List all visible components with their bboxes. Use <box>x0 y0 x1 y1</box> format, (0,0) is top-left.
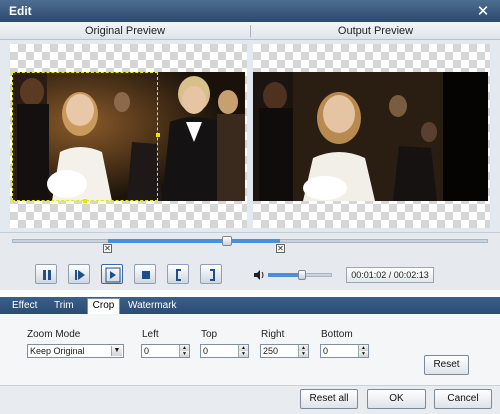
bottom-spin-down-icon[interactable]: ▼ <box>358 351 368 357</box>
top-value: 0 <box>203 346 209 356</box>
set-end-button[interactable] <box>200 264 222 284</box>
title-bar: Edit ✕ <box>0 0 500 22</box>
next-frame-button[interactable] <box>68 264 90 284</box>
chevron-down-icon[interactable]: ▼ <box>111 346 122 356</box>
tab-watermark[interactable]: Watermark <box>128 299 178 314</box>
original-preview-canvas <box>10 44 247 228</box>
zoom-mode-label: Zoom Mode <box>27 329 81 340</box>
left-spin-down-icon[interactable]: ▼ <box>179 351 189 357</box>
volume-icon[interactable] <box>253 269 265 281</box>
zoom-mode-select[interactable]: Keep Original ▼ <box>27 344 124 358</box>
playback-controls: 00:01:02 / 00:02:13 <box>0 260 500 290</box>
bottom-field[interactable]: 0 ▲ ▼ <box>320 344 369 358</box>
pause-button[interactable] <box>35 264 57 284</box>
volume-slider-fill <box>268 273 302 277</box>
pause-icon <box>43 270 51 280</box>
left-value: 0 <box>144 346 150 356</box>
stop-icon <box>142 271 150 279</box>
output-preview-label: Output Preview <box>250 25 500 37</box>
set-start-button[interactable] <box>167 264 189 284</box>
original-preview-label: Original Preview <box>84 25 166 37</box>
trim-start-marker[interactable]: ✕ <box>103 244 112 253</box>
edit-tabs: Effect Trim Crop Watermark <box>0 297 500 314</box>
bottom-label: Bottom <box>321 329 353 340</box>
play-step-icon <box>75 270 85 280</box>
trim-end-marker[interactable]: ✕ <box>276 244 285 253</box>
close-icon[interactable]: ✕ <box>474 2 492 20</box>
tab-trim[interactable]: Trim <box>54 299 82 314</box>
bracket-left-icon <box>176 269 181 281</box>
top-spin-down-icon[interactable]: ▼ <box>238 351 248 357</box>
time-display: 00:01:02 / 00:02:13 <box>346 267 434 283</box>
play-button[interactable] <box>101 264 123 284</box>
original-video-frame <box>12 72 245 201</box>
play-icon <box>105 267 121 283</box>
ok-button[interactable]: OK <box>367 389 426 409</box>
bottom-value: 0 <box>323 346 329 356</box>
right-field[interactable]: 250 ▲ ▼ <box>260 344 309 358</box>
right-spin-down-icon[interactable]: ▼ <box>298 351 308 357</box>
preview-headers: Original Preview Output Preview <box>0 22 500 40</box>
zoom-mode-value: Keep Original <box>30 346 85 356</box>
cancel-button[interactable]: Cancel <box>434 389 492 409</box>
left-label: Left <box>142 329 159 340</box>
timeline: ✕ ✕ <box>0 232 500 260</box>
top-field[interactable]: 0 ▲ ▼ <box>200 344 249 358</box>
output-preview-canvas <box>253 44 490 228</box>
volume-slider-thumb[interactable] <box>298 270 306 280</box>
bracket-right-icon <box>210 269 215 281</box>
right-label: Right <box>261 329 285 340</box>
dialog-footer: Reset all OK Cancel <box>0 386 500 414</box>
preview-area <box>0 40 500 232</box>
timeline-selection <box>108 239 280 243</box>
output-video-frame <box>253 72 488 201</box>
top-label: Top <box>201 329 218 340</box>
crop-reset-button[interactable]: Reset <box>424 355 469 375</box>
timeline-playhead[interactable] <box>222 236 232 246</box>
right-value: 250 <box>263 346 279 356</box>
window-title: Edit <box>9 4 32 18</box>
reset-all-button[interactable]: Reset all <box>300 389 358 409</box>
tab-effect[interactable]: Effect <box>12 299 46 314</box>
stop-button[interactable] <box>134 264 156 284</box>
tab-crop[interactable]: Crop <box>87 298 120 314</box>
left-field[interactable]: 0 ▲ ▼ <box>141 344 190 358</box>
